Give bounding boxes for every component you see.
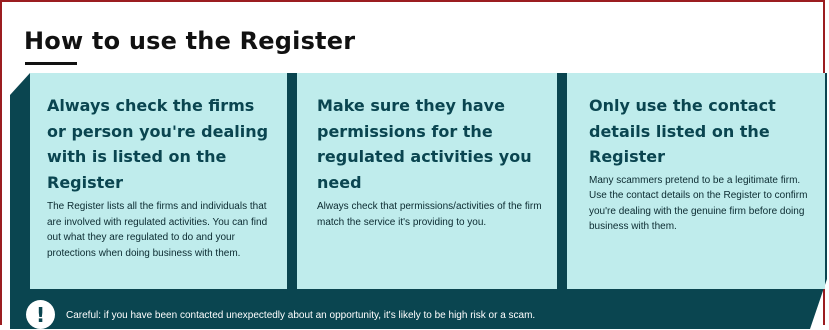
alert-message: Careful: if you have been contacted unex… — [66, 310, 536, 321]
card-body: Many scammers pretend to be a legitimate… — [589, 174, 808, 233]
card-title: Make sure they have permissions for the … — [317, 96, 532, 192]
section-title: How to use the Register — [24, 27, 356, 55]
title-underline — [25, 62, 77, 65]
info-card-check-register: Always check the firms or person you're … — [30, 73, 287, 289]
exclamation-circle-icon: ! — [26, 300, 55, 329]
info-card-contact-details: Only use the contact details listed on t… — [567, 73, 825, 289]
info-card-permissions: Make sure they have permissions for the … — [297, 73, 557, 289]
card-body: The Register lists all the firms and ind… — [47, 201, 268, 259]
card-body: Always check that permissions/activities… — [317, 201, 542, 228]
card-title: Only use the contact details listed on t… — [589, 96, 776, 166]
card-title: Always check the firms or person you're … — [47, 96, 269, 192]
